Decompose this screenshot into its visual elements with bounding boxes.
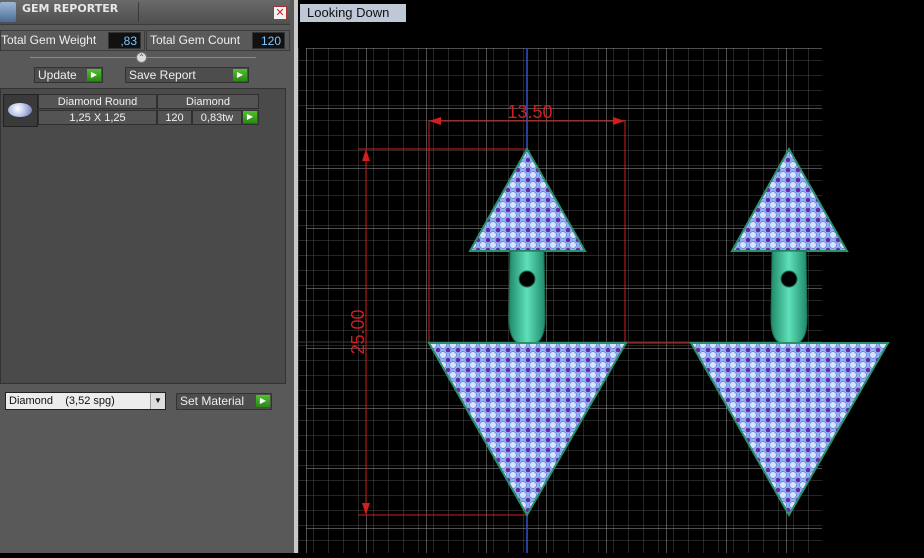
gem-row-go-button[interactable]: ▶ bbox=[242, 110, 259, 125]
material-select[interactable]: Diamond (3,52 spg) ▼ bbox=[5, 392, 166, 410]
play-icon: ▶ bbox=[243, 111, 257, 123]
update-button-label: Update bbox=[38, 68, 77, 82]
chevron-down-icon[interactable]: ▼ bbox=[150, 393, 165, 409]
gem-reporter-panel: GEM REPORTER ✕ Total Gem Weight ,83 Tota… bbox=[0, 0, 294, 553]
panel-title-bar: GEM REPORTER ✕ bbox=[0, 0, 290, 25]
gem-count-cell: 120 bbox=[157, 110, 192, 125]
set-material-button-label: Set Material bbox=[180, 394, 245, 408]
gem-material-header: Diamond bbox=[157, 94, 259, 109]
gem-list-panel bbox=[0, 88, 286, 384]
close-icon[interactable]: ✕ bbox=[273, 6, 287, 20]
total-gem-count-label: Total Gem Count bbox=[150, 33, 241, 47]
splitter-handle[interactable]: ⌃ bbox=[136, 52, 147, 63]
cad-viewport[interactable]: 13.50 25.00 bbox=[298, 0, 924, 553]
viewport-canvas: 13.50 25.00 bbox=[298, 48, 890, 553]
bail-connector bbox=[508, 250, 546, 345]
bail-connector bbox=[770, 250, 808, 345]
round-gem-icon bbox=[8, 103, 32, 117]
major-grid bbox=[306, 48, 822, 553]
material-select-value: Diamond (3,52 spg) bbox=[9, 395, 115, 407]
total-gem-weight-label: Total Gem Weight bbox=[1, 33, 97, 47]
width-dimension-label: 13.50 bbox=[507, 102, 552, 122]
title-divider bbox=[138, 2, 139, 22]
total-gem-count-value: 120 bbox=[252, 32, 285, 49]
update-button[interactable]: Update ▶ bbox=[34, 67, 103, 83]
total-gem-weight-value: ,83 bbox=[108, 32, 141, 49]
viewport-tab[interactable]: Looking Down bbox=[300, 4, 406, 22]
save-report-button-label: Save Report bbox=[129, 68, 196, 82]
gem-weight-cell: 0,83tw bbox=[192, 110, 242, 125]
save-report-button[interactable]: Save Report ▶ bbox=[125, 67, 249, 83]
play-icon: ▶ bbox=[256, 395, 270, 407]
set-material-button[interactable]: Set Material ▶ bbox=[176, 393, 272, 410]
jump-ring-hole bbox=[780, 270, 798, 288]
gem-thumbnail[interactable] bbox=[3, 94, 38, 127]
app-icon bbox=[0, 2, 16, 22]
gem-size-cell: 1,25 X 1,25 bbox=[38, 110, 157, 125]
panel-title: GEM REPORTER bbox=[22, 2, 119, 15]
jump-ring-hole bbox=[518, 270, 536, 288]
height-dimension-label: 25.00 bbox=[348, 309, 368, 354]
play-icon: ▶ bbox=[87, 69, 101, 81]
gem-name-header: Diamond Round bbox=[38, 94, 157, 109]
play-icon: ▶ bbox=[233, 69, 247, 81]
